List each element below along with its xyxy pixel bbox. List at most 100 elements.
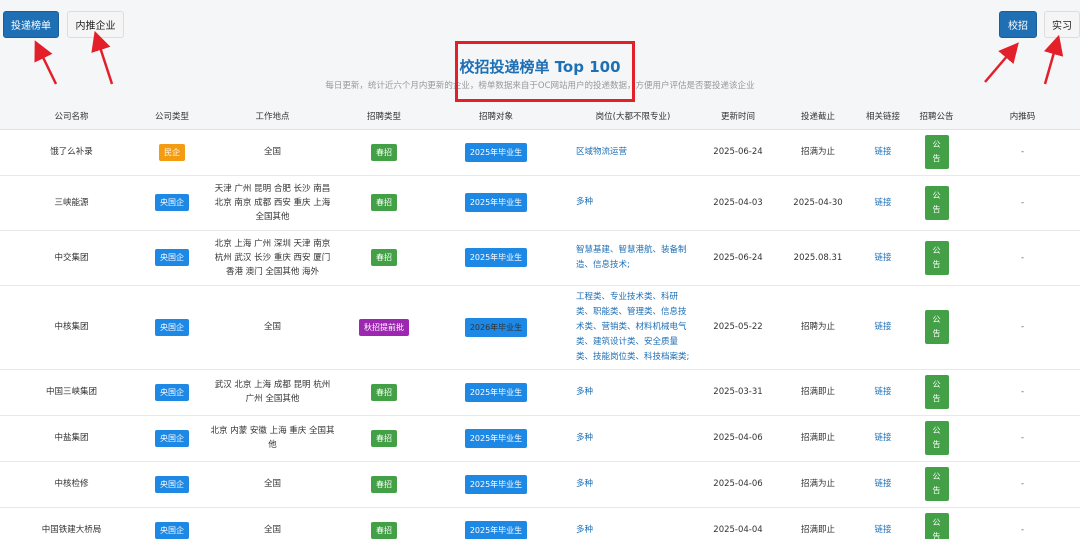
notice-cell: 公告 [908, 369, 965, 416]
position-link[interactable]: 多种 [568, 175, 698, 231]
related-link[interactable]: 链接 [858, 507, 908, 539]
company-type-badge: 央国企 [155, 194, 189, 211]
company-type-badge: 央国企 [155, 383, 189, 401]
company-type-cell: 央国企 [143, 415, 201, 462]
notice-button[interactable]: 公告 [924, 375, 949, 409]
table-row: 三峡能源 央国企 天津 广州 昆明 合肥 长沙 南昌 北京 南京 成都 西安 重庆 … [0, 175, 1080, 231]
recruit-type-cell: 春招 [344, 415, 424, 462]
notice-button[interactable]: 公告 [924, 240, 949, 275]
notice-button[interactable]: 公告 [924, 185, 949, 220]
related-link[interactable]: 链接 [858, 230, 908, 286]
recruit-type-cell: 春招 [344, 461, 424, 508]
referral-code: - [965, 369, 1080, 416]
notice-cell: 公告 [908, 230, 965, 286]
position-link[interactable]: 智慧基建、智慧港航、装备制造、信息技术; [568, 230, 698, 286]
referral-code: - [965, 230, 1080, 286]
deadline: 招满为止 [778, 129, 858, 176]
notice-cell: 公告 [908, 507, 965, 539]
column-header: 岗位(大都不限专业) [568, 104, 698, 130]
recruit-type-cell: 春招 [344, 230, 424, 286]
target-cell: 2025年毕业生 [424, 415, 568, 462]
deadline: 招满为止 [778, 461, 858, 508]
work-location: 全国 [263, 322, 281, 332]
recruit-type-badge: 秋招提前批 [359, 318, 409, 336]
recruit-target-badge: 2025年毕业生 [464, 193, 528, 212]
recruit-type-badge: 春招 [371, 429, 397, 447]
position-link[interactable]: 区域物流运营 [568, 129, 698, 176]
location-cell: 全国 [201, 461, 344, 508]
company-type-badge: 民企 [159, 143, 185, 161]
location-cell: 全国 [201, 129, 344, 176]
arrow-icon [1043, 34, 1064, 85]
position-link[interactable]: 多种 [568, 507, 698, 539]
column-header: 内推码 [965, 104, 1080, 130]
notice-label-1: 公 [932, 426, 941, 435]
company-type-cell: 央国企 [143, 507, 201, 539]
recruit-type-cell: 春招 [344, 369, 424, 416]
update-time: 2025-04-03 [698, 175, 778, 231]
table-row: 中盐集团 央国企 北京 内蒙 安徽 上海 重庆 全国其他 春招 2025年毕业生 多种 20… [0, 415, 1080, 462]
notice-label-1: 公 [932, 315, 941, 324]
related-link[interactable]: 链接 [858, 129, 908, 176]
company-name: 中交集团 [0, 230, 143, 286]
related-link[interactable]: 链接 [858, 285, 908, 370]
recruit-target-badge: 2026年毕业生 [464, 317, 528, 337]
location-cell: 北京 内蒙 安徽 上海 重庆 全国其他 [201, 415, 344, 462]
notice-label-2: 告 [932, 394, 941, 403]
target-cell: 2025年毕业生 [424, 507, 568, 539]
ranking-table: 公司名称 公司类型 工作地点 招聘类型 招聘对象 岗位(大都不限专业) 更新时间 投递截止 相关… [0, 104, 1080, 539]
column-header: 工作地点 [201, 104, 344, 130]
notice-button[interactable]: 公告 [924, 310, 949, 344]
notice-label-1: 公 [932, 245, 941, 255]
position-link[interactable]: 多种 [568, 415, 698, 462]
deadline: 2025.08.31 [778, 230, 858, 286]
arrow-icon [984, 42, 1019, 83]
related-link[interactable]: 链接 [858, 461, 908, 508]
recruit-target-badge: 2025年毕业生 [464, 248, 528, 267]
notice-button[interactable]: 公告 [924, 135, 949, 169]
recruit-target-badge: 2025年毕业生 [464, 142, 528, 162]
related-link[interactable]: 链接 [858, 175, 908, 231]
company-name: 中核集团 [0, 285, 143, 370]
notice-cell: 公告 [908, 285, 965, 370]
work-location: 全国 [263, 479, 281, 489]
related-link[interactable]: 链接 [858, 415, 908, 462]
update-time: 2025-06-24 [698, 129, 778, 176]
company-type-cell: 民企 [143, 129, 201, 176]
target-cell: 2026年毕业生 [424, 285, 568, 370]
company-type-cell: 央国企 [143, 461, 201, 508]
notice-label-2: 告 [932, 154, 941, 163]
table-row: 中国三峡集团 央国企 武汉 北京 上海 成都 昆明 杭州 广州 全国其他 春招 2025… [0, 369, 1080, 416]
notice-label-2: 告 [932, 204, 941, 214]
column-header: 投递截止 [778, 104, 858, 130]
notice-button[interactable]: 公告 [924, 467, 949, 501]
recruit-type-badge: 春招 [371, 475, 397, 493]
work-location: 天津 广州 昆明 合肥 长沙 南昌 北京 南京 成都 西安 重庆 上海 全国其他 [214, 183, 331, 222]
deadline: 招聘为止 [778, 285, 858, 370]
position-link[interactable]: 多种 [568, 369, 698, 416]
company-name: 中核检修 [0, 461, 143, 508]
target-cell: 2025年毕业生 [424, 230, 568, 286]
recruit-type-badge: 春招 [371, 194, 397, 211]
position-link[interactable]: 工程类、专业技术类、科研类、职能类、管理类、信息技术类、营销类、材料机械电气类、… [568, 285, 698, 370]
related-link[interactable]: 链接 [858, 369, 908, 416]
notice-button[interactable]: 公告 [924, 421, 949, 455]
notice-label-1: 公 [932, 380, 941, 389]
work-location: 北京 内蒙 安徽 上海 重庆 全国其他 [210, 426, 335, 450]
referral-code: - [965, 507, 1080, 539]
recruit-type-cell: 秋招提前批 [344, 285, 424, 370]
notice-label-2: 告 [932, 329, 941, 338]
work-location: 北京 上海 广州 深圳 天津 南京 杭州 武汉 长沙 重庆 西安 厦门 香港 澳… [214, 238, 331, 277]
company-name: 饿了么补录 [0, 129, 143, 176]
column-header: 公司类型 [143, 104, 201, 130]
company-type-cell: 央国企 [143, 369, 201, 416]
column-header: 招聘类型 [344, 104, 424, 130]
notice-label-2: 告 [932, 486, 941, 495]
position-link[interactable]: 多种 [568, 461, 698, 508]
update-time: 2025-04-06 [698, 461, 778, 508]
referral-code: - [965, 415, 1080, 462]
notice-label-2: 告 [932, 259, 941, 269]
company-name: 三峡能源 [0, 175, 143, 231]
notice-cell: 公告 [908, 415, 965, 462]
notice-button[interactable]: 公告 [924, 513, 949, 539]
